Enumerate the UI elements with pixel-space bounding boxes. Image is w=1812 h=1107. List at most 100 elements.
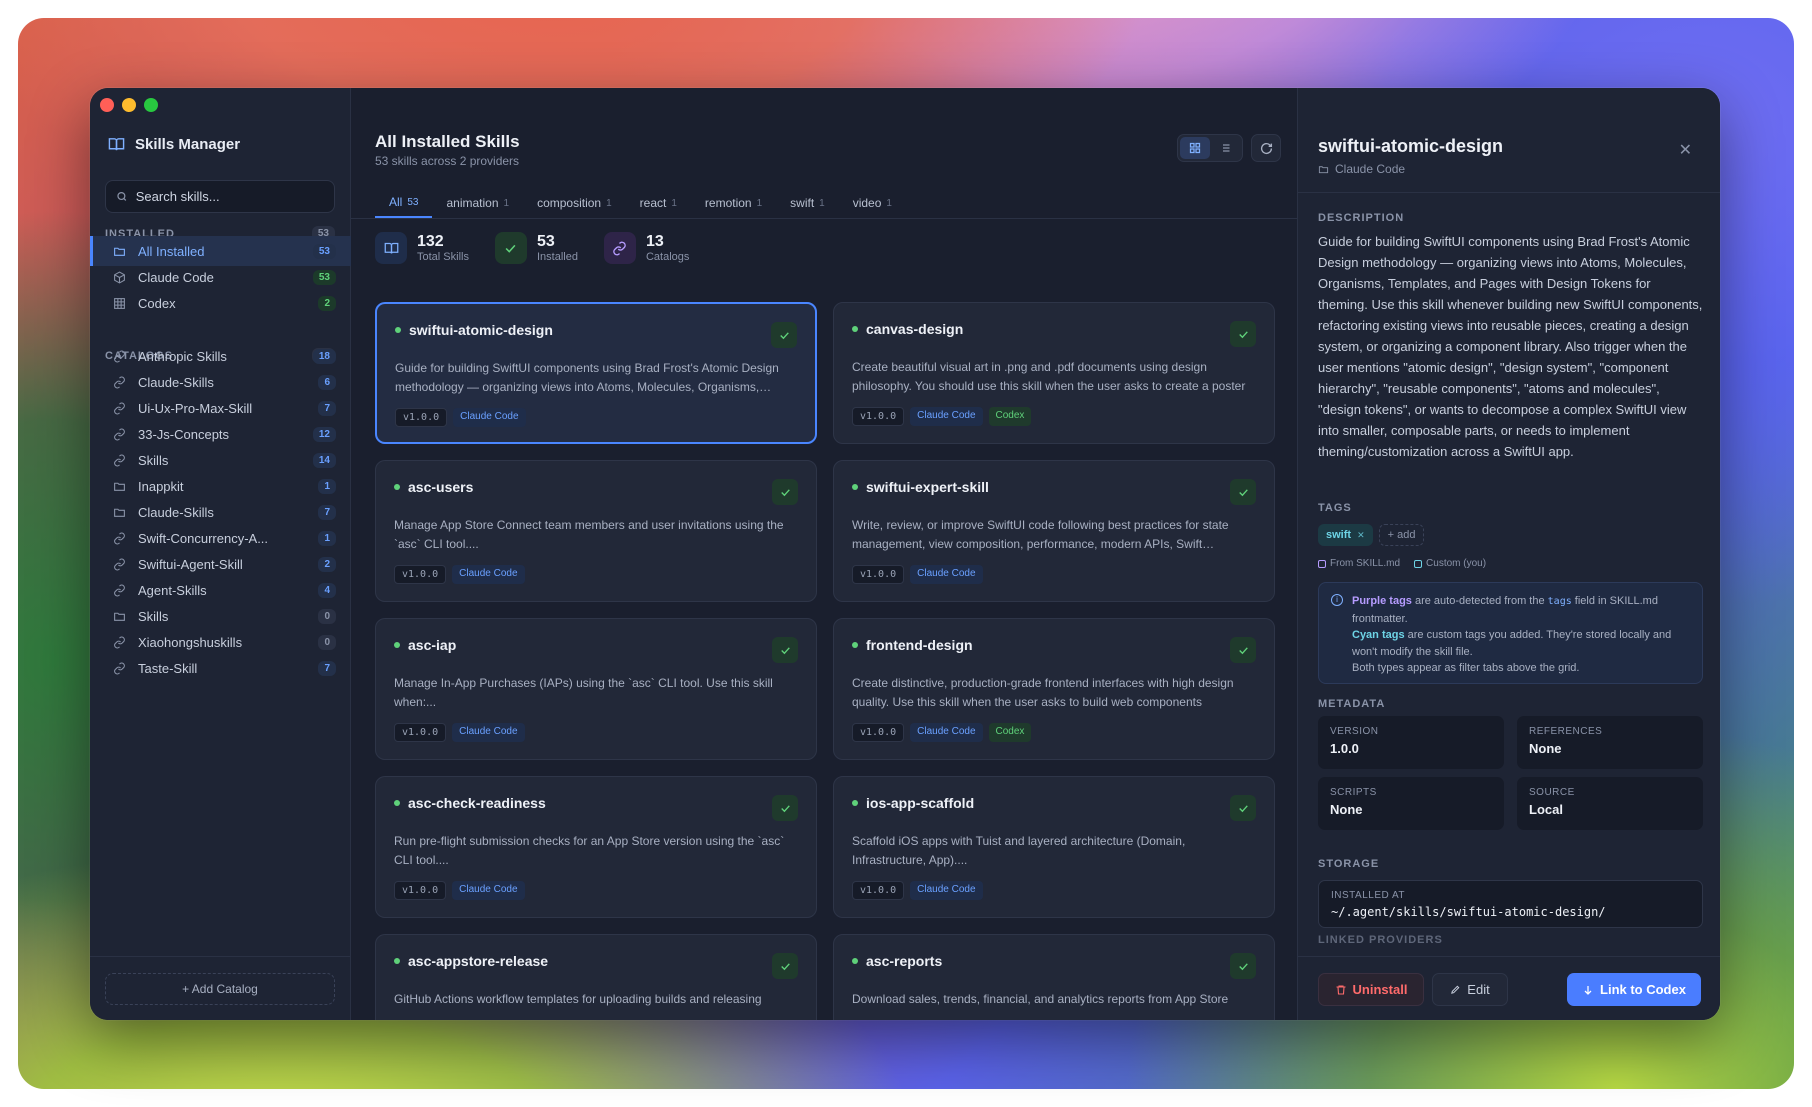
- version-chip: v1.0.0: [395, 408, 448, 427]
- version-chip: v1.0.0: [852, 407, 905, 426]
- tab-react[interactable]: react 1: [626, 188, 691, 218]
- tab-swift[interactable]: swift 1: [776, 188, 839, 218]
- sidebar-item[interactable]: Taste-Skill 7: [90, 653, 351, 683]
- tabs-divider: [351, 218, 1297, 219]
- remove-tag-icon[interactable]: ✕: [1357, 530, 1365, 541]
- status-dot: [394, 642, 400, 648]
- uninstall-button[interactable]: Uninstall: [1318, 973, 1424, 1006]
- refresh-icon: [1260, 142, 1272, 154]
- detail-provider-text: Claude Code: [1335, 162, 1406, 176]
- tab-count: 1: [606, 197, 612, 209]
- skill-name: canvas-design: [852, 321, 963, 337]
- storage-box: INSTALLED AT ~/.agent/skills/swiftui-ato…: [1318, 880, 1703, 928]
- folder-icon: [112, 479, 126, 493]
- link-icon: [112, 583, 126, 597]
- version-chip: v1.0.0: [852, 881, 905, 900]
- list-view-button[interactable]: [1210, 137, 1240, 159]
- installed-check-icon[interactable]: [772, 953, 798, 979]
- stat-label: Installed: [536, 251, 578, 263]
- edit-button[interactable]: Edit: [1432, 973, 1508, 1006]
- installed-check-icon[interactable]: [772, 479, 798, 505]
- installed-check-icon[interactable]: [771, 322, 797, 348]
- trash-icon: [1336, 984, 1346, 995]
- arrow-down-icon: [1584, 985, 1592, 995]
- skill-card[interactable]: frontend-design Create distinctive, produ…: [833, 618, 1275, 760]
- detail-provider: Claude Code: [1318, 162, 1405, 176]
- tag-legend: From SKILL.md Custom (you): [1318, 558, 1486, 569]
- grid-icon: [112, 296, 126, 310]
- cube-icon: [112, 270, 126, 284]
- provider-chip: Claude Code: [453, 408, 526, 427]
- stat-value: 132: [417, 233, 444, 250]
- skill-chips: v1.0.0 Claude Code: [394, 881, 525, 900]
- status-dot: [394, 958, 400, 964]
- installed-at-label: INSTALLED AT: [1331, 890, 1405, 901]
- detail-panel: swiftui-atomic-design Claude Code ✕ DESC…: [1297, 88, 1720, 1020]
- installed-check-icon[interactable]: [1230, 637, 1256, 663]
- skill-card[interactable]: swiftui-atomic-design Guide for building …: [375, 302, 817, 444]
- storage-label: STORAGE: [1318, 858, 1380, 870]
- tab-video[interactable]: video 1: [839, 188, 906, 218]
- sidebar-item-label: Claude Code: [138, 269, 214, 285]
- skill-card[interactable]: canvas-design Create beautiful visual art…: [833, 302, 1275, 444]
- version-chip: v1.0.0: [852, 723, 905, 742]
- sidebar-item-label: Swiftui-Agent-Skill: [138, 556, 243, 572]
- tab-composition[interactable]: composition 1: [523, 188, 626, 218]
- add-catalog-button[interactable]: + Add Catalog: [105, 973, 335, 1005]
- skill-name: asc-iap: [394, 637, 456, 653]
- skill-card[interactable]: asc-reports Download sales, trends, finan…: [833, 934, 1275, 1020]
- search-icon: [117, 191, 127, 201]
- skill-card[interactable]: asc-iap Manage In-App Purchases (IAPs) us…: [375, 618, 817, 760]
- status-dot: [395, 327, 401, 333]
- skill-card[interactable]: ios-app-scaffold Scaffold iOS apps with T…: [833, 776, 1275, 918]
- link-icon: [112, 349, 126, 363]
- close-window-button[interactable]: [100, 98, 114, 112]
- tab-animation[interactable]: animation 1: [432, 188, 523, 218]
- sidebar-item[interactable]: Codex 2: [90, 288, 351, 318]
- sidebar-item-count: 0: [318, 608, 336, 624]
- skill-card[interactable]: asc-users Manage App Store Connect team m…: [375, 460, 817, 602]
- skill-description: GitHub Actions workflow templates for up…: [394, 992, 762, 1006]
- sidebar-item-count: 53: [312, 269, 336, 285]
- tab-label: All: [389, 195, 403, 209]
- installed-check-icon[interactable]: [772, 795, 798, 821]
- refresh-button[interactable]: [1251, 134, 1281, 162]
- tab-remotion[interactable]: remotion 1: [691, 188, 776, 218]
- link-to-codex-button[interactable]: Link to Codex: [1567, 973, 1701, 1006]
- skill-card[interactable]: swiftui-expert-skill Write, review, or im…: [833, 460, 1275, 602]
- grid-view-button[interactable]: [1180, 137, 1210, 159]
- status-dot: [852, 326, 858, 332]
- status-dot: [852, 800, 858, 806]
- skill-chips: v1.0.0 Claude Code Codex: [852, 723, 1032, 742]
- installed-check-icon[interactable]: [1230, 795, 1256, 821]
- detail-description: Guide for building SwiftUI components us…: [1318, 234, 1703, 459]
- tab-all[interactable]: All 53: [375, 188, 433, 218]
- tab-label: swift: [790, 196, 815, 210]
- skill-description: Write, review, or improve SwiftUI code f…: [852, 518, 1229, 551]
- installed-check-icon[interactable]: [1230, 479, 1256, 505]
- meta-version: VERSION 1.0.0: [1318, 716, 1504, 769]
- skill-card[interactable]: asc-appstore-release GitHub Actions workf…: [375, 934, 817, 1020]
- close-icon[interactable]: ✕: [1679, 140, 1692, 160]
- installed-check-icon[interactable]: [1230, 321, 1256, 347]
- link-icon: [603, 232, 636, 264]
- installed-at-path[interactable]: ~/.agent/skills/swiftui-atomic-design/: [1331, 905, 1690, 919]
- metadata-label: METADATA: [1318, 698, 1386, 710]
- add-tag-button[interactable]: + add: [1378, 524, 1425, 546]
- skill-description: Create distinctive, production-grade fro…: [852, 676, 1234, 709]
- sidebar-item-label: Swift-Concurrency-A...: [138, 530, 269, 546]
- skill-card[interactable]: asc-check-readiness Run pre-flight submis…: [375, 776, 817, 918]
- sidebar-item-count: 1: [318, 530, 336, 546]
- skills-grid: swiftui-atomic-design Guide for building …: [375, 302, 1275, 1020]
- search-input[interactable]: [135, 189, 324, 204]
- installed-check-icon[interactable]: [1230, 953, 1256, 979]
- tag-swift[interactable]: swift ✕: [1318, 524, 1373, 546]
- zoom-window-button[interactable]: [144, 98, 158, 112]
- installed-check-icon[interactable]: [772, 637, 798, 663]
- link-icon: [112, 427, 126, 441]
- skill-description: Manage App Store Connect team members an…: [394, 518, 784, 551]
- provider-chip: Codex: [988, 723, 1032, 742]
- tag-swift-label: swift: [1326, 529, 1352, 541]
- sidebar-item-label: Claude-Skills: [138, 504, 214, 520]
- minimize-window-button[interactable]: [122, 98, 136, 112]
